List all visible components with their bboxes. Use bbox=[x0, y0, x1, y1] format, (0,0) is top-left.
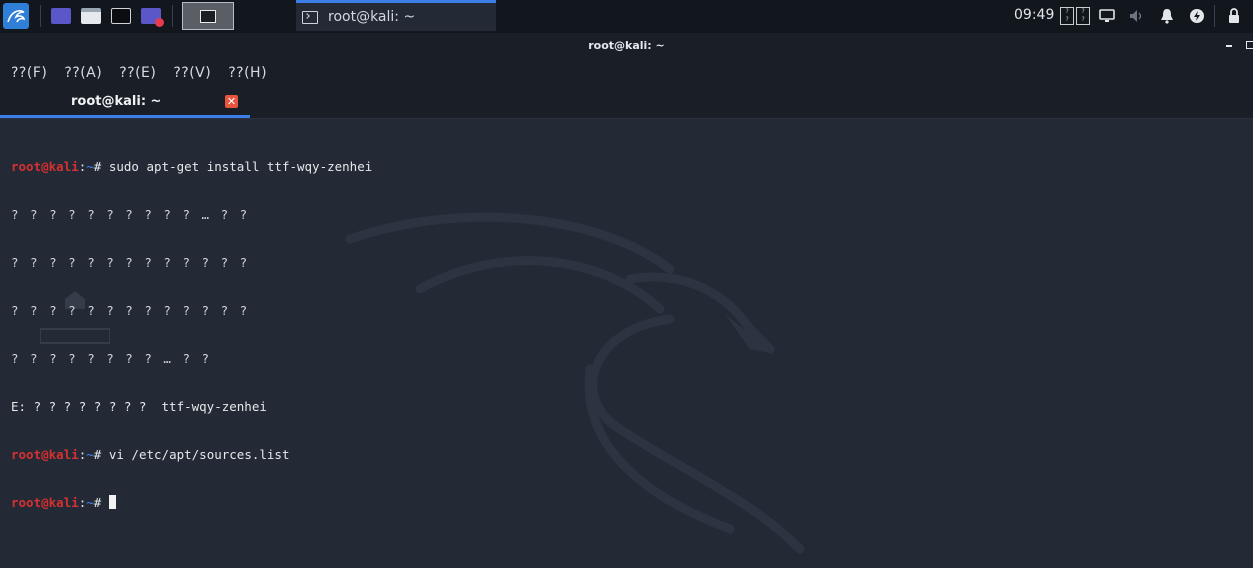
maximize-button[interactable] bbox=[1246, 41, 1253, 49]
menu-edit[interactable]: ??(E) bbox=[119, 65, 156, 81]
window-titlebar[interactable]: root@kali: ~ bbox=[0, 33, 1253, 59]
power-manager-tray-button[interactable] bbox=[1187, 0, 1207, 32]
terminal-line: root@kali:~# sudo apt-get install ttf-wq… bbox=[11, 159, 373, 174]
terminal-line: ? ? ? ? ? ? ? ? ? ? … ? ? bbox=[11, 207, 250, 222]
terminal-output: root@kali:~# sudo apt-get install ttf-wq… bbox=[11, 127, 372, 543]
workspace-window-icon bbox=[200, 9, 216, 23]
recorder-icon bbox=[141, 8, 164, 27]
prompt-user: root@kali bbox=[11, 159, 79, 174]
tab-terminal[interactable]: root@kali: ~ ✕ bbox=[0, 87, 250, 118]
notifications-tray-button[interactable] bbox=[1157, 0, 1177, 32]
volume-icon bbox=[1130, 10, 1142, 22]
command-text: vi /etc/apt/sources.list bbox=[108, 447, 290, 462]
input-method-icon: ?? bbox=[1060, 7, 1074, 25]
kali-dragon-icon bbox=[3, 3, 29, 29]
prompt-path: ~ bbox=[86, 447, 94, 462]
folder-icon bbox=[81, 8, 101, 24]
window-title: root@kali: ~ bbox=[588, 39, 665, 52]
tab-close-button[interactable]: ✕ bbox=[225, 95, 238, 108]
menu-file[interactable]: ??(F) bbox=[11, 65, 47, 81]
terminal-line: ? ? ? ? ? ? ? ? ? ? ? ? ? bbox=[11, 255, 250, 270]
text-cursor bbox=[108, 495, 116, 509]
menu-help[interactable]: ??(H) bbox=[228, 65, 267, 81]
menu-view[interactable]: ??(V) bbox=[173, 65, 211, 81]
tab-label: root@kali: ~ bbox=[71, 94, 162, 109]
kali-menu-button[interactable] bbox=[0, 0, 32, 32]
prompt-user: root@kali bbox=[11, 447, 79, 462]
command-text: sudo apt-get install ttf-wqy-zenhei bbox=[108, 159, 373, 174]
terminal-line: root@kali:~# vi /etc/apt/sources.list bbox=[11, 447, 290, 462]
tab-bar: root@kali: ~ ✕ bbox=[0, 87, 1253, 119]
clock[interactable]: 09:49 bbox=[1014, 7, 1054, 23]
top-panel: root@kali: ~ 09:49 ?? ?? bbox=[0, 0, 1253, 34]
keyboard-layout-indicator[interactable]: ?? ?? bbox=[1058, 0, 1092, 32]
kali-dragon-watermark bbox=[345, 212, 805, 554]
taskbar-window-title: root@kali: ~ bbox=[328, 9, 416, 25]
launcher-file-manager[interactable] bbox=[78, 0, 104, 32]
minimize-button[interactable] bbox=[1226, 45, 1232, 47]
launcher-terminal[interactable] bbox=[108, 0, 134, 32]
input-method-icon: ?? bbox=[1076, 7, 1090, 25]
launcher-screen-recorder[interactable] bbox=[138, 0, 164, 32]
panel-separator bbox=[40, 5, 41, 27]
terminal-line: ? ? ? ? ? ? ? ? … ? ? bbox=[11, 351, 212, 366]
terminal-area[interactable]: root@kali:~# sudo apt-get install ttf-wq… bbox=[0, 119, 1253, 568]
volume-tray-button[interactable] bbox=[1127, 0, 1147, 32]
launcher-show-desktop[interactable] bbox=[48, 0, 74, 32]
prompt-path: ~ bbox=[86, 495, 94, 510]
terminal-line: root@kali:~# bbox=[11, 495, 372, 511]
power-icon bbox=[1190, 9, 1204, 23]
terminal-error-line: E: ? ? ? ? ? ? ? ? ttf-wqy-zenhei bbox=[11, 399, 267, 414]
prompt-path: ~ bbox=[86, 159, 94, 174]
lock-screen-button[interactable] bbox=[1224, 0, 1244, 32]
menubar: ??(F) ??(A) ??(E) ??(V) ??(H) bbox=[0, 59, 1253, 87]
prompt-user: root@kali bbox=[11, 495, 79, 510]
workspace-switcher[interactable] bbox=[182, 2, 234, 30]
panel-separator bbox=[1214, 5, 1215, 27]
monitor-icon bbox=[1099, 9, 1115, 22]
bell-icon bbox=[1161, 9, 1173, 24]
terminal-line: ? ? ? ? ? ? ? ? ? ? ? ? ? bbox=[11, 303, 250, 318]
menu-actions[interactable]: ??(A) bbox=[64, 65, 102, 81]
taskbar-terminal-window[interactable]: root@kali: ~ bbox=[296, 0, 496, 31]
terminal-icon bbox=[111, 8, 131, 24]
panel-separator bbox=[172, 5, 173, 27]
lock-icon bbox=[1229, 8, 1239, 23]
display-tray-button[interactable] bbox=[1097, 0, 1117, 32]
desktop-icon bbox=[51, 8, 71, 24]
terminal-icon bbox=[302, 10, 318, 24]
